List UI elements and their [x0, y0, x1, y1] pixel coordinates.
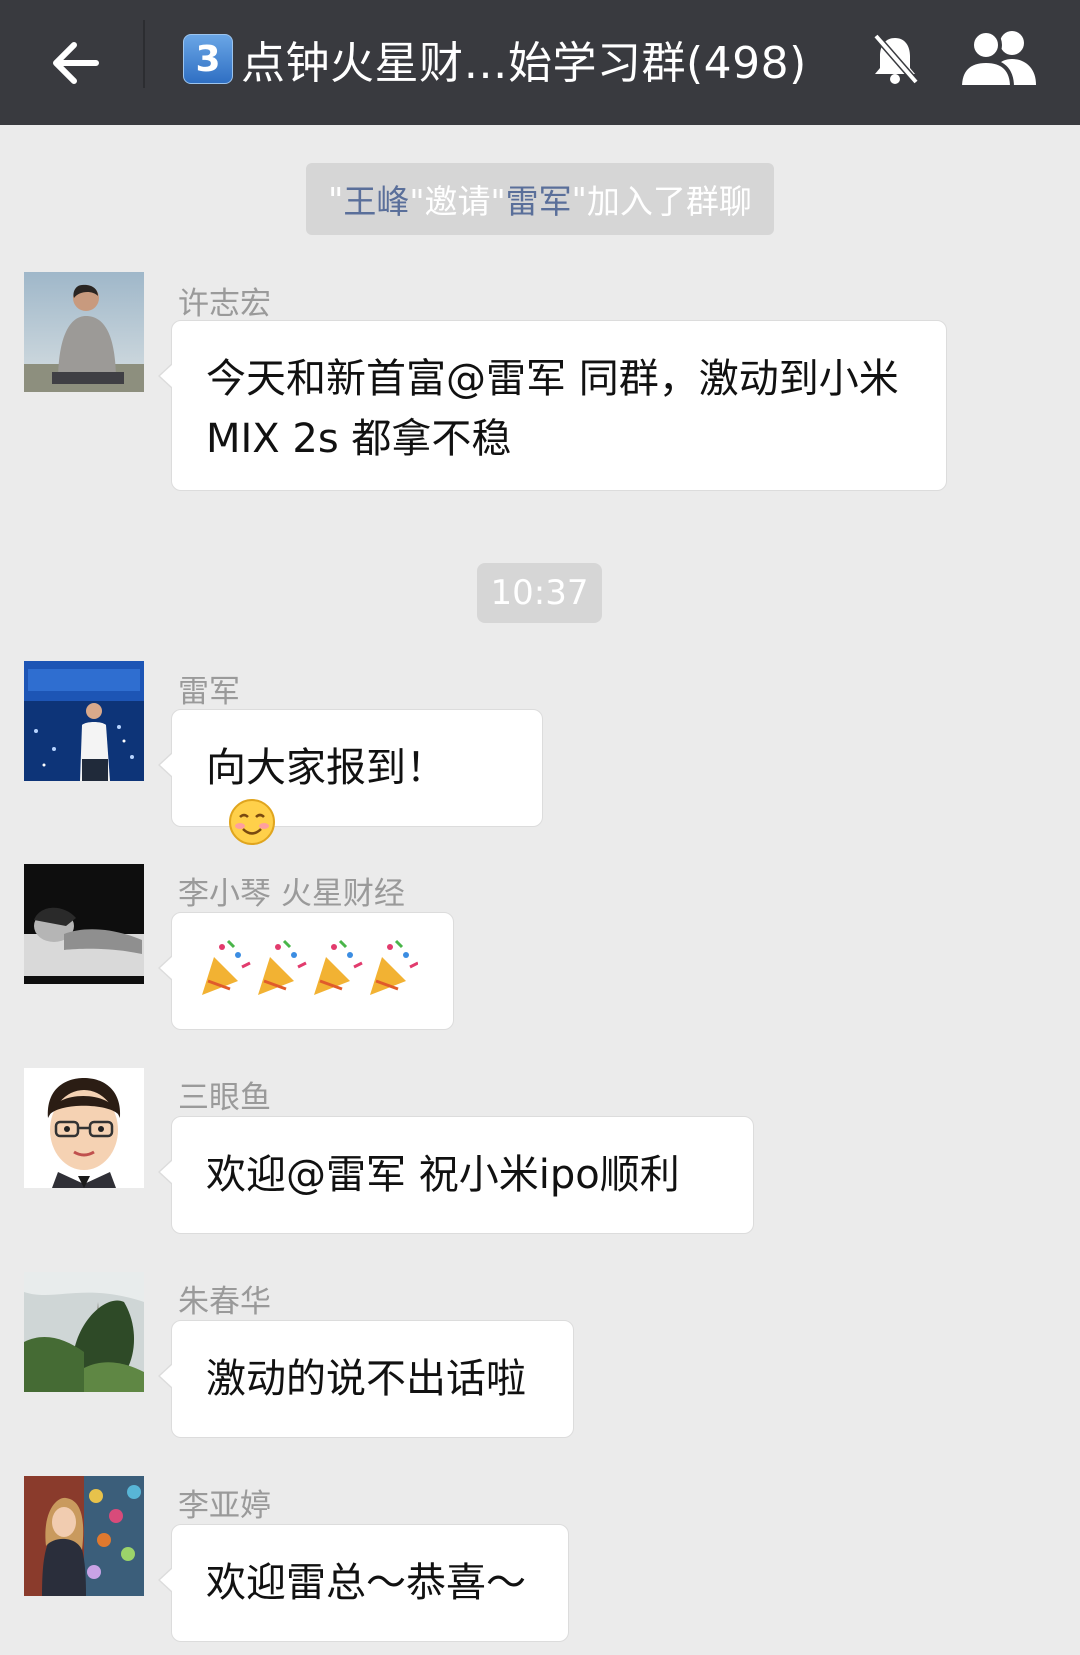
- inviter-name[interactable]: 王峰: [343, 175, 409, 223]
- avatar-image: [24, 1476, 144, 1596]
- message-bubble[interactable]: 今天和新首富@雷军 同群，激动到小米MIX 2s 都拿不稳: [158, 320, 947, 491]
- message-text: 向大家报到！: [206, 745, 446, 791]
- sender-name: 朱春华: [178, 1284, 271, 1320]
- message-bubble[interactable]: 激动的说不出话啦: [158, 1320, 574, 1438]
- party-popper-emoji: [258, 939, 307, 995]
- mute-button[interactable]: [858, 22, 932, 96]
- system-join-notice: " 王峰 "邀请" 雷军 " 加入了群聊: [306, 163, 774, 235]
- avatar-image: [24, 1068, 144, 1188]
- avatar[interactable]: [24, 272, 144, 392]
- avatar-image: [24, 661, 144, 781]
- avatar-image: [24, 272, 144, 392]
- time-divider: 10:37: [477, 563, 602, 623]
- avatar[interactable]: [24, 661, 144, 781]
- invitee-name[interactable]: 雷军: [506, 175, 572, 223]
- join-action-text: 加入了群聊: [586, 182, 752, 221]
- chat-title: 点钟火星财…始学习群(498): [241, 38, 807, 89]
- quote-mid-2: ": [571, 179, 587, 219]
- back-button[interactable]: [38, 25, 114, 101]
- party-popper-emoji-row: [202, 939, 419, 995]
- avatar-image: [24, 1272, 144, 1392]
- sender-name: 雷军: [178, 674, 240, 710]
- sender-name: 三眼鱼: [178, 1080, 271, 1116]
- top-bar: 3 点钟火星财…始学习群(498): [0, 0, 1080, 125]
- avatar[interactable]: [24, 1068, 144, 1188]
- keycap-badge: 3: [183, 34, 233, 84]
- quote-open: ": [328, 179, 344, 219]
- party-popper-emoji: [202, 939, 251, 995]
- arrow-left-icon: [53, 42, 99, 84]
- party-popper-emoji: [370, 939, 419, 995]
- quote-mid-1: "邀请": [409, 182, 506, 221]
- avatar-image: [24, 864, 144, 984]
- message-bubble[interactable]: 欢迎@雷军 祝小米ipo顺利: [158, 1116, 754, 1234]
- message-bubble[interactable]: 向大家报到！: [158, 709, 543, 845]
- smiling-face-emoji: [228, 798, 276, 863]
- header-divider: [143, 20, 145, 88]
- avatar[interactable]: [24, 1476, 144, 1596]
- avatar[interactable]: [24, 864, 144, 984]
- group-members-button[interactable]: [950, 18, 1046, 98]
- sender-name: 许志宏: [178, 286, 271, 322]
- party-popper-emoji: [314, 939, 363, 995]
- message-bubble[interactable]: [158, 912, 454, 1030]
- sender-name: 李小琴 火星财经: [178, 876, 405, 912]
- group-members-icon: [957, 29, 1036, 89]
- message-bubble[interactable]: 欢迎雷总～恭喜～: [158, 1524, 569, 1642]
- bell-off-icon: [873, 33, 919, 85]
- sender-name: 李亚婷: [178, 1488, 271, 1524]
- avatar[interactable]: [24, 1272, 144, 1392]
- chat-title-area: 3 点钟火星财…始学习群(498): [183, 28, 807, 90]
